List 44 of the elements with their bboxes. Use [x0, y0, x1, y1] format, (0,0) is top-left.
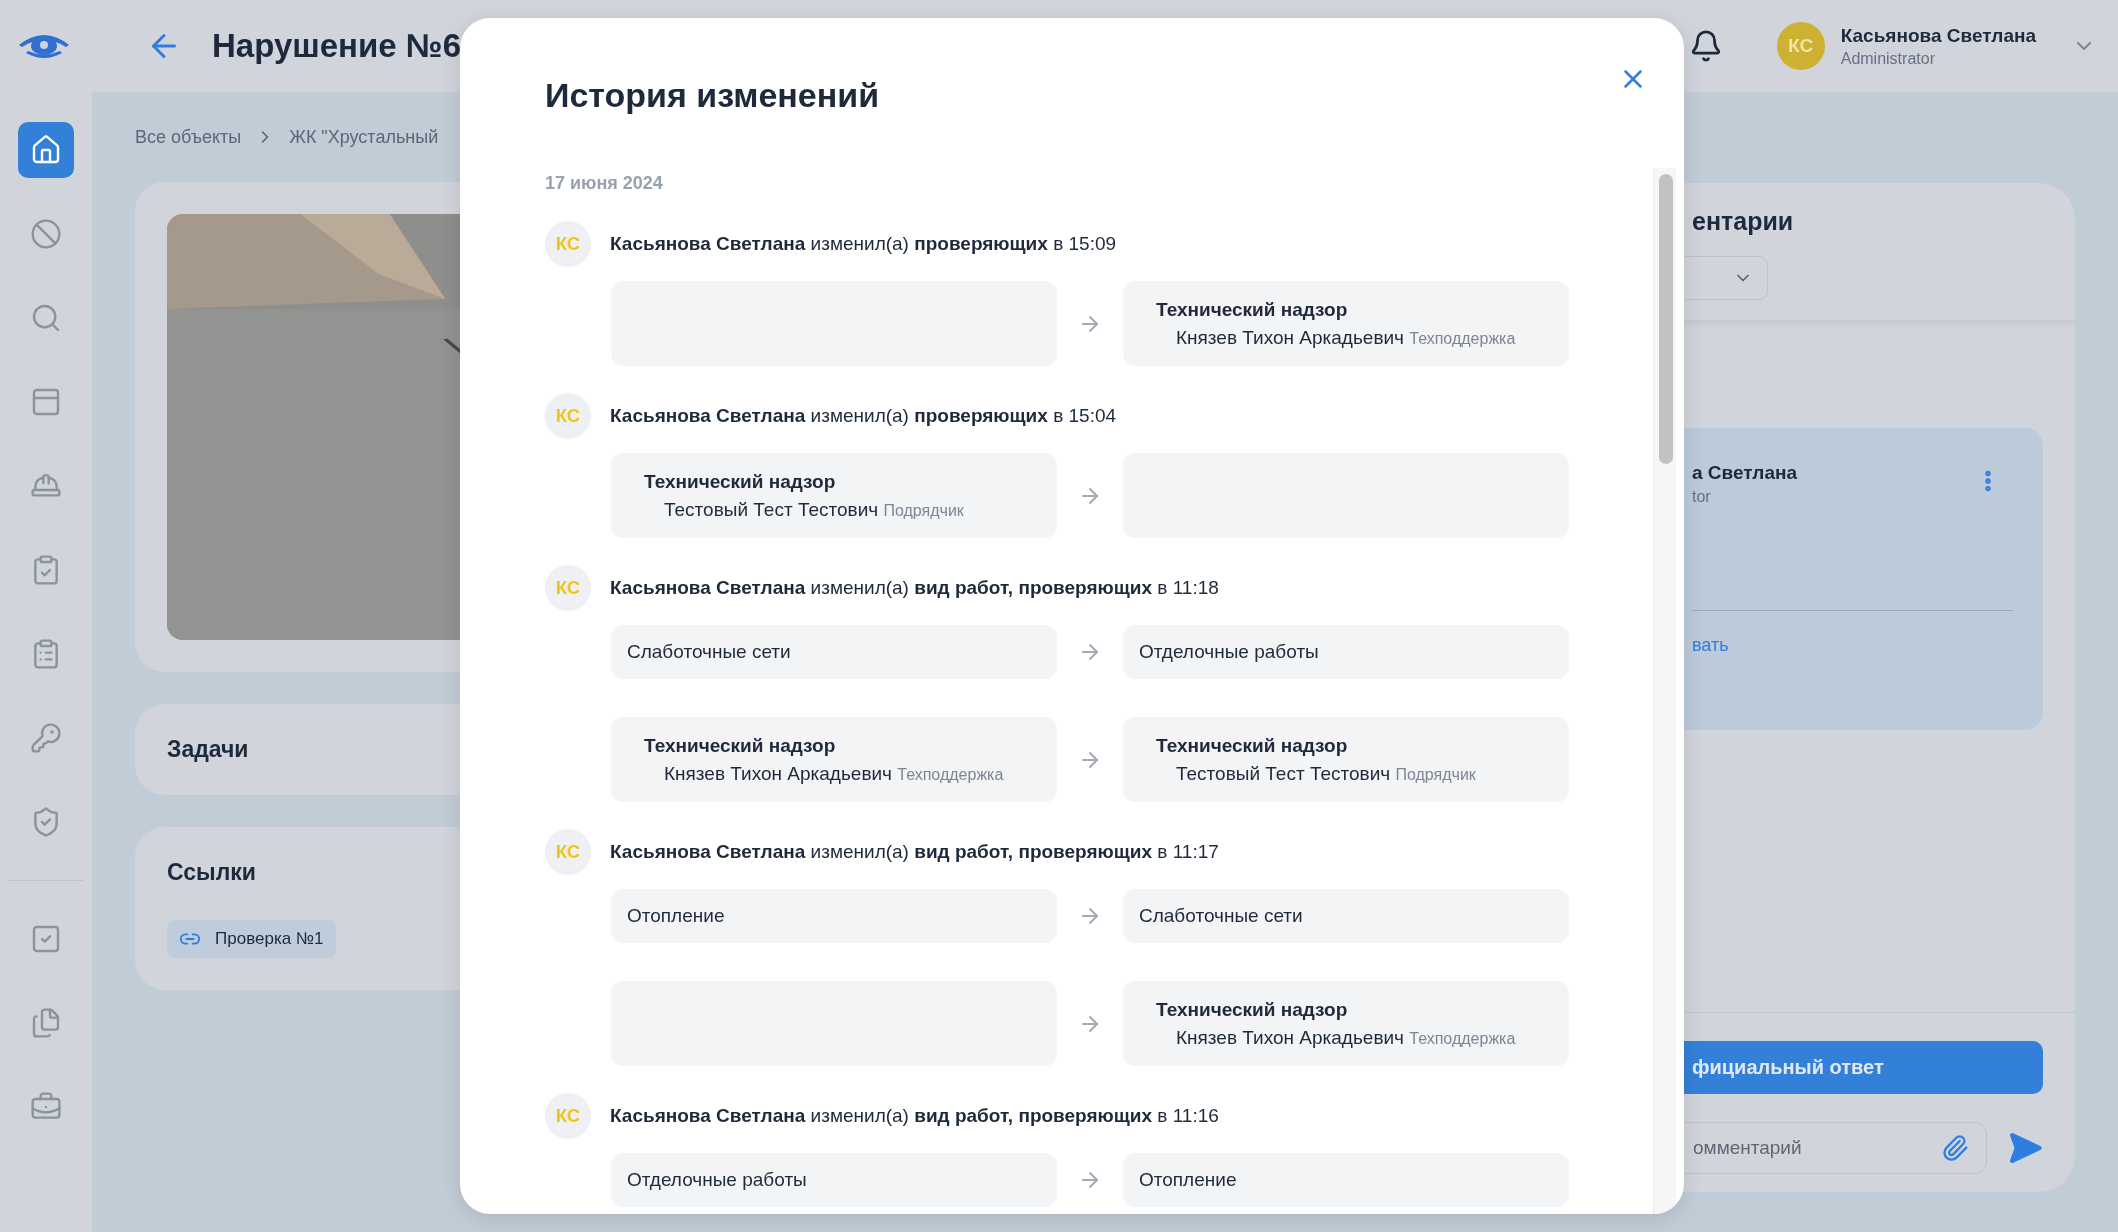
author-avatar: КС [545, 829, 591, 875]
breadcrumb-link[interactable]: ЖК "Хрустальный [289, 126, 439, 148]
comment-link[interactable]: вать [1692, 635, 1729, 656]
change-summary: Касьянова Светлана изменил(а) проверяющих в 15:04 [610, 405, 1117, 427]
person-name: Князев Тихон Аркадьевич Техподдержка [1176, 1026, 1517, 1049]
send-icon[interactable] [2007, 1130, 2043, 1166]
value-box: Отопление [1123, 1153, 1569, 1207]
person-name: Тестовый Тест Тестович Подрядчик [1176, 762, 1477, 785]
value-box: Отделочные работы [1123, 625, 1569, 679]
group-name: Технический надзор [1156, 298, 1349, 321]
links-title: Ссылки [167, 859, 256, 886]
paperclip-icon[interactable] [1941, 1134, 1969, 1162]
user-role: Administrator [1840, 49, 1936, 68]
group-name: Технический надзор [644, 734, 837, 757]
change-summary: Касьянова Светлана изменил(а) вид работ, проверяющих в 11:17 [610, 841, 1219, 863]
change-summary: Касьянова Светлана изменил(а) вид работ, проверяющих в 11:16 [610, 1105, 1219, 1127]
comments-title: ентарии [1692, 207, 1795, 236]
page-title: Нарушение №6 [212, 27, 461, 65]
value-box: Слаботочные сети [611, 625, 1057, 679]
breadcrumb-link[interactable]: Все объекты [135, 126, 242, 148]
home-icon[interactable] [18, 122, 74, 178]
author-avatar: КС [545, 565, 591, 611]
group-name: Технический надзор [1156, 734, 1349, 757]
scrollbar[interactable] [1653, 168, 1676, 1214]
dialog-title: История изменений [545, 76, 880, 115]
value-box: Отделочные работы [611, 1153, 1057, 1207]
comment-author: а Светлана [1692, 462, 1798, 484]
author-avatar: КС [545, 221, 591, 267]
history-date: 17 июня 2024 [545, 173, 664, 194]
person-name: Тестовый Тест Тестович Подрядчик [664, 498, 965, 521]
user-name: Касьянова Светлана [1840, 24, 2036, 47]
value-box: Слаботочные сети [1123, 889, 1569, 943]
person-name: Князев Тихон Аркадьевич Техподдержка [1176, 326, 1517, 349]
change-summary: Касьянова Светлана изменил(а) проверяющих в 15:09 [610, 233, 1117, 255]
person-name: Князев Тихон Аркадьевич Техподдержка [664, 762, 1005, 785]
comment-role: tor [1692, 488, 1711, 506]
change-summary: Касьянова Светлана изменил(а) вид работ, проверяющих в 11:18 [610, 577, 1219, 599]
link-chip[interactable]: Проверка №1 [167, 920, 336, 958]
tasks-title: Задачи [167, 736, 249, 763]
group-name: Технический надзор [644, 470, 837, 493]
value-box: Отопление [611, 889, 1057, 943]
author-avatar: КС [545, 1093, 591, 1139]
author-avatar: КС [545, 393, 591, 439]
group-name: Технический надзор [1156, 998, 1349, 1021]
